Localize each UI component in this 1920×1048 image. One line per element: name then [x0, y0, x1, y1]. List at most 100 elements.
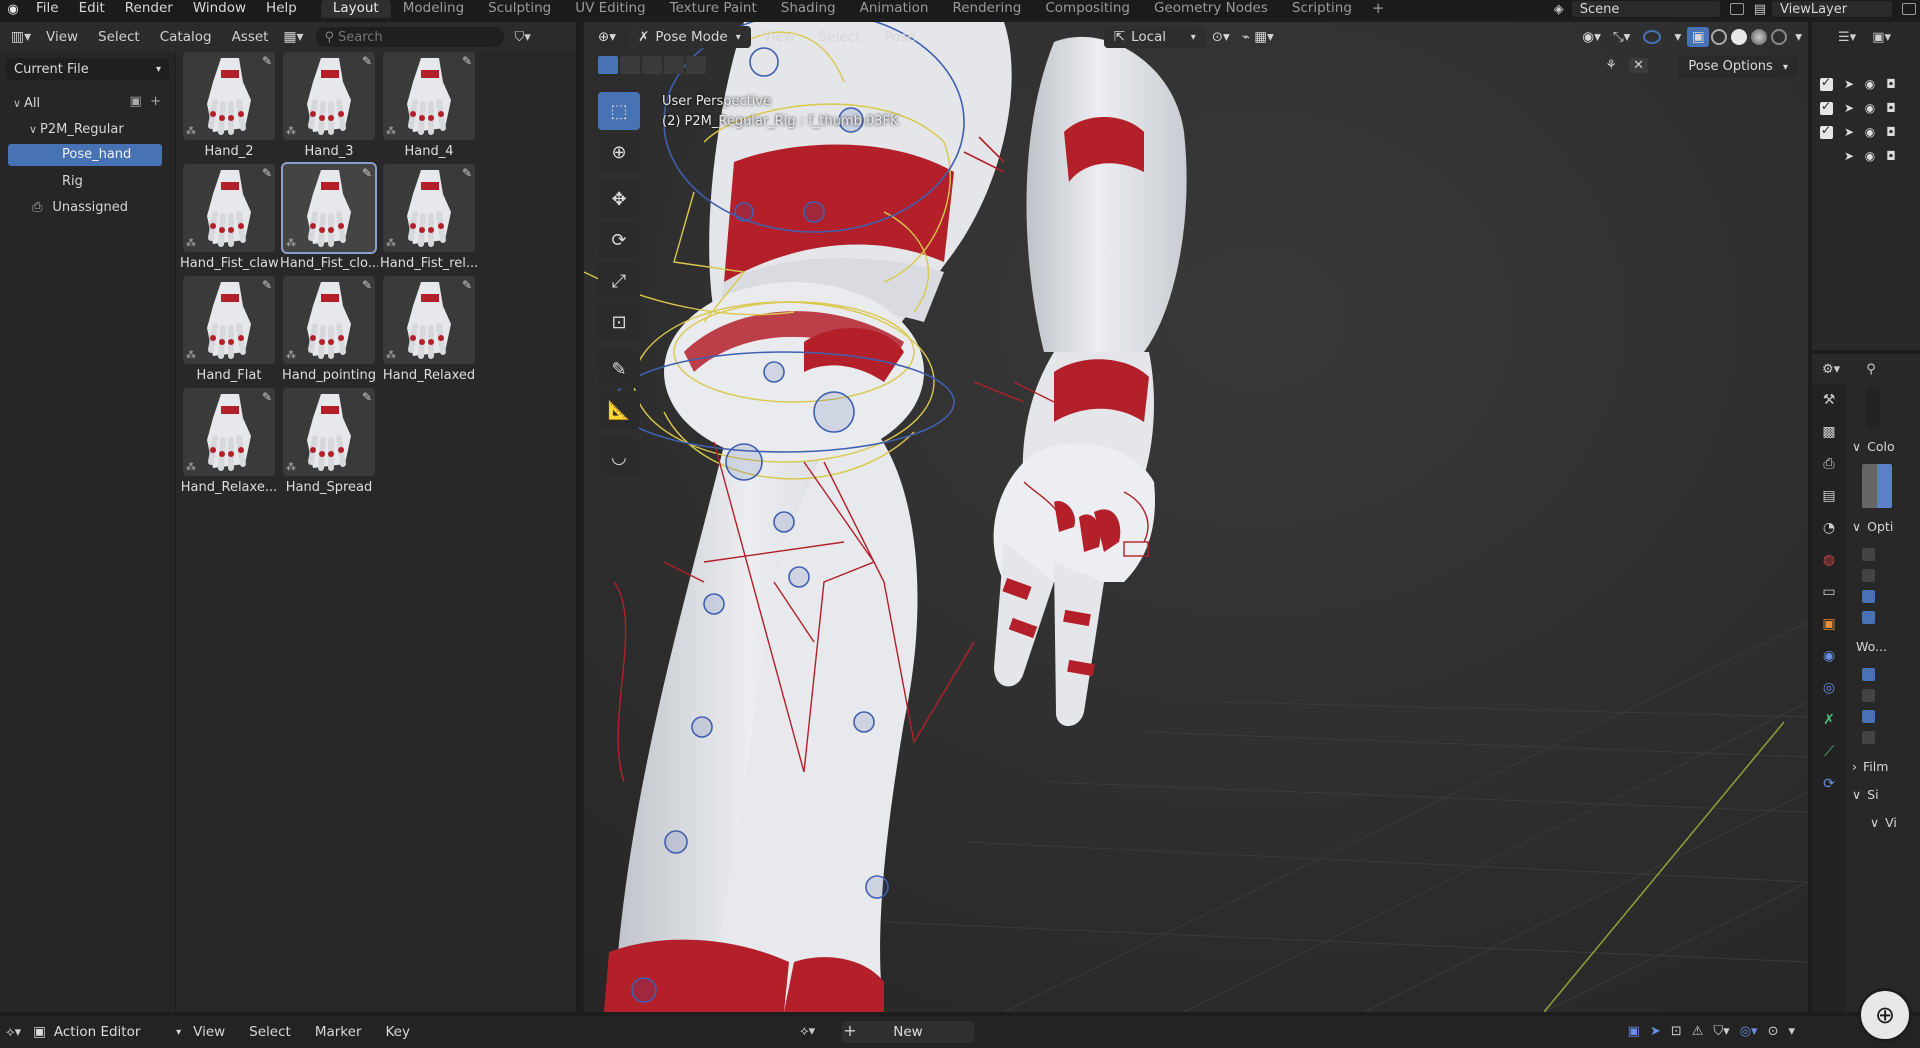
- outliner-row[interactable]: ➤ ◉ ◘: [1812, 72, 1920, 96]
- scene-selector[interactable]: Scene: [1571, 1, 1720, 17]
- only-selected-icon[interactable]: ▣: [1628, 1024, 1640, 1039]
- modifier-tab-icon[interactable]: ◉: [1812, 640, 1846, 672]
- asset-item[interactable]: ✎ ⁂ Hand_Fist_clo...: [280, 162, 378, 274]
- filter-icon[interactable]: ▣▾: [1872, 30, 1891, 45]
- tab-texture-paint[interactable]: Texture Paint: [658, 0, 769, 18]
- vp-menu-pose[interactable]: Pose: [872, 29, 927, 45]
- bb-menu-select[interactable]: Select: [237, 1024, 303, 1040]
- new-scene-icon[interactable]: [1729, 3, 1744, 15]
- eye-icon[interactable]: ◉: [1864, 101, 1876, 115]
- rotate-tool-icon[interactable]: ⟳: [598, 221, 640, 259]
- close-icon[interactable]: ✕: [1629, 58, 1648, 73]
- select-new-icon[interactable]: [598, 56, 618, 74]
- transform-tool-icon[interactable]: ⊡: [598, 303, 640, 341]
- catalog-all[interactable]: ∨ All ▣ +: [0, 90, 175, 116]
- display-mode-icon[interactable]: ▦▾: [278, 27, 308, 47]
- option-checkbox[interactable]: [1862, 611, 1875, 624]
- search-icon[interactable]: ⚲: [1866, 362, 1876, 377]
- menu-render[interactable]: Render: [115, 0, 183, 18]
- tool-settings-icon[interactable]: ⚘: [1605, 58, 1617, 73]
- eye-icon[interactable]: ◉: [1864, 149, 1876, 163]
- add-workspace-icon[interactable]: +: [1364, 0, 1393, 18]
- rendered-shading-icon[interactable]: [1771, 29, 1788, 45]
- catalog-rig[interactable]: Rig: [0, 168, 175, 194]
- snap-options-icon[interactable]: ▾: [1788, 1024, 1795, 1039]
- edit-asset-icon[interactable]: ✎: [362, 390, 372, 404]
- select-intersect-icon[interactable]: [686, 56, 706, 74]
- select-arrow-icon[interactable]: ➤: [1843, 149, 1855, 163]
- edit-asset-icon[interactable]: ✎: [462, 166, 472, 180]
- asset-search-input[interactable]: [338, 29, 488, 45]
- camera-icon[interactable]: ◘: [1885, 101, 1897, 115]
- panel-simplify-header[interactable]: ∨ Si: [1852, 780, 1920, 808]
- asset-item[interactable]: ✎ ⁂ Hand_Flat: [180, 276, 278, 386]
- catalog-pose-hand[interactable]: Pose_hand: [0, 142, 175, 168]
- ab-menu-view[interactable]: View: [36, 29, 88, 45]
- ab-menu-select[interactable]: Select: [88, 29, 150, 45]
- browse-action-icon[interactable]: ⟡▾: [800, 1024, 815, 1039]
- asset-item[interactable]: ✎ ⁂ Hand_2: [180, 52, 278, 162]
- overlays-dropdown-icon[interactable]: ▾: [1668, 26, 1687, 48]
- asset-item[interactable]: ✎ ⁂ Hand_Fist_rel...: [380, 164, 478, 274]
- new-action-button[interactable]: New: [842, 1021, 974, 1043]
- camera-icon[interactable]: ◘: [1885, 125, 1897, 139]
- option-checkbox[interactable]: [1862, 689, 1875, 702]
- add-catalog-icon[interactable]: +: [150, 94, 161, 109]
- show-hidden-icon[interactable]: ➤: [1650, 1024, 1661, 1039]
- edit-asset-icon[interactable]: ✎: [362, 54, 372, 68]
- 3d-viewport[interactable]: ⊕▾ ✗ Pose Mode ▾ View Select Pose ⇱ Loca…: [584, 22, 1808, 1012]
- select-box-tool-icon[interactable]: ⬚: [598, 92, 640, 130]
- only-errors-icon[interactable]: ⊡: [1671, 1024, 1682, 1039]
- editor-type-icon[interactable]: ⟡▾: [6, 1025, 21, 1040]
- interaction-mode-dropdown[interactable]: ✗ Pose Mode ▾: [628, 26, 751, 48]
- panel-viewport-header[interactable]: ∨ Vi: [1852, 808, 1920, 836]
- menu-window[interactable]: Window: [183, 0, 256, 18]
- editor-type-icon[interactable]: ☰▾: [1838, 30, 1856, 45]
- cursor-tool-icon[interactable]: ⊕: [598, 133, 640, 171]
- vp-menu-view[interactable]: View: [751, 29, 807, 45]
- outliner-row[interactable]: ➤ ◉ ◘: [1812, 144, 1920, 168]
- select-arrow-icon[interactable]: ➤: [1843, 101, 1855, 115]
- pose-options-dropdown[interactable]: Pose Options ▾: [1678, 56, 1798, 78]
- blender-logo-icon[interactable]: ◉: [0, 0, 26, 18]
- edit-asset-icon[interactable]: ✎: [362, 278, 372, 292]
- pivot-icon[interactable]: ⊙▾: [1206, 26, 1236, 48]
- editor-type-icon[interactable]: ▥▾: [6, 27, 36, 47]
- select-invert-icon[interactable]: [664, 56, 684, 74]
- output-tab-icon[interactable]: ⎙: [1812, 448, 1846, 480]
- shading-options-icon[interactable]: ▾: [1789, 26, 1808, 48]
- edit-asset-icon[interactable]: ✎: [362, 166, 372, 180]
- camera-icon[interactable]: ◘: [1885, 149, 1897, 163]
- physics-tab-icon[interactable]: ◎: [1812, 672, 1846, 704]
- editor-type-icon[interactable]: ⊕▾: [592, 26, 622, 48]
- option-checkbox[interactable]: [1862, 569, 1875, 582]
- filter-icon[interactable]: ⛉▾: [1713, 1024, 1729, 1039]
- editor-type-icon[interactable]: ⚙▾: [1822, 362, 1840, 377]
- outliner-row[interactable]: ➤ ◉ ◘: [1812, 120, 1920, 144]
- camera-icon[interactable]: ◘: [1885, 77, 1897, 91]
- bone-tab-icon[interactable]: ⟋: [1812, 736, 1846, 768]
- asset-item[interactable]: ✎ ⁂ Hand_pointing: [280, 276, 378, 386]
- edit-asset-icon[interactable]: ✎: [262, 390, 272, 404]
- wireframe-shading-icon[interactable]: [1711, 29, 1728, 45]
- area-splitter[interactable]: [576, 22, 578, 1012]
- filter-icon[interactable]: ⛉▾: [514, 30, 530, 45]
- outliner-row[interactable]: ➤ ◉ ◘: [1812, 96, 1920, 120]
- catalog-p2m-regular[interactable]: ∨ P2M_Regular: [0, 116, 175, 142]
- select-arrow-icon[interactable]: ➤: [1843, 125, 1855, 139]
- option-checkbox[interactable]: [1862, 668, 1875, 681]
- exclude-checkbox[interactable]: [1820, 123, 1833, 139]
- asset-item[interactable]: ✎ ⁂ Hand_Relaxe...: [180, 388, 278, 498]
- material-shading-icon[interactable]: [1751, 29, 1768, 45]
- scene-tab-icon[interactable]: ◔: [1812, 512, 1846, 544]
- edit-asset-icon[interactable]: ✎: [462, 278, 472, 292]
- select-subtract-icon[interactable]: [642, 56, 662, 74]
- viewlayer-selector[interactable]: ViewLayer: [1772, 1, 1892, 17]
- world-tab-icon[interactable]: ◍: [1812, 544, 1846, 576]
- tool-tab-icon[interactable]: ⚒: [1812, 384, 1846, 416]
- bb-menu-view[interactable]: View: [181, 1024, 237, 1040]
- tab-modeling[interactable]: Modeling: [391, 0, 476, 18]
- scale-tool-icon[interactable]: ⤢: [598, 262, 640, 300]
- action-editor-dropdown[interactable]: ▣ Action Editor ▾: [33, 1021, 181, 1043]
- panel-options-header[interactable]: ∨ Opti: [1852, 512, 1920, 540]
